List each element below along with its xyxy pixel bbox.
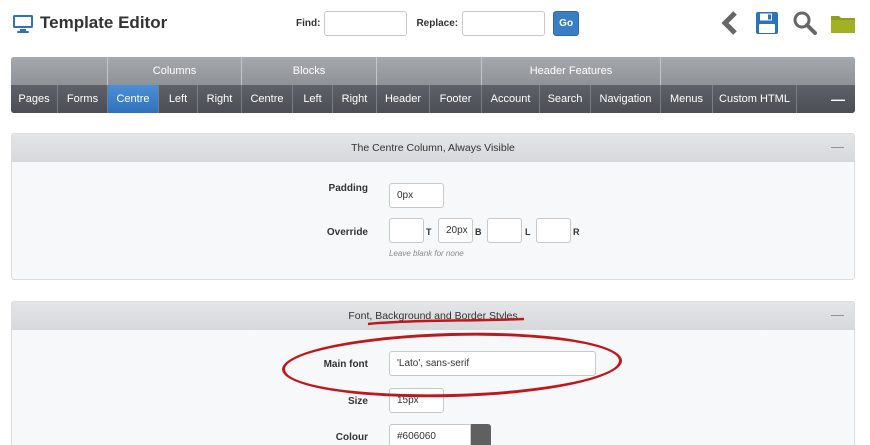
toolbar-icons — [716, 10, 856, 36]
nav-collapse-button[interactable]: — — [797, 85, 855, 113]
panel-title: Font, Background and Border Styles — [348, 310, 518, 322]
panel-header: The Centre Column, Always Visible — — [12, 134, 854, 162]
replace-label: Replace: — [416, 18, 459, 29]
main-font-input[interactable]: 'Lato', sans-serif — [389, 351, 596, 376]
app-header: Template Editor Find: Replace: Go — [0, 0, 870, 50]
tab-columns-left[interactable]: Left — [159, 85, 198, 113]
tab-forms[interactable]: Forms — [58, 85, 108, 113]
colour-input[interactable]: #606060 — [389, 424, 471, 445]
page-title: Template Editor — [40, 13, 168, 32]
override-right-input[interactable] — [536, 218, 571, 243]
panel-header: Font, Background and Border Styles — — [12, 302, 854, 330]
nav-group-columns: Columns — [108, 57, 242, 85]
padding-label: Padding — [328, 182, 368, 194]
padding-input[interactable]: 0px — [389, 183, 444, 208]
back-button[interactable] — [716, 10, 742, 36]
nav-group-row: Columns Blocks Header Features — [11, 57, 855, 85]
tab-columns-right[interactable]: Right — [198, 85, 242, 113]
override-label: Override — [326, 226, 368, 238]
monitor-icon — [13, 15, 33, 33]
panel-collapse-button[interactable]: — — [831, 307, 844, 322]
tab-header[interactable]: Header — [377, 85, 430, 113]
nav-group-blocks: Blocks — [242, 57, 377, 85]
tab-search[interactable]: Search — [540, 85, 591, 113]
tab-custom-html[interactable]: Custom HTML — [713, 85, 797, 113]
size-input[interactable]: 15px — [389, 388, 444, 413]
font-styles-panel: Font, Background and Border Styles — Mai… — [11, 301, 855, 445]
centre-column-panel: The Centre Column, Always Visible — Padd… — [11, 133, 855, 280]
override-right-label: R — [573, 227, 580, 237]
find-label: Find: — [296, 18, 321, 29]
tab-pages[interactable]: Pages — [11, 85, 58, 113]
tab-blocks-centre[interactable]: Centre — [242, 85, 293, 113]
colour-swatch[interactable] — [471, 424, 491, 445]
open-folder-button[interactable] — [830, 10, 856, 36]
go-button[interactable]: Go — [553, 11, 580, 36]
override-hint: Leave blank for none — [389, 249, 464, 258]
main-font-label: Main font — [323, 358, 368, 370]
tab-navigation: Columns Blocks Header Features Pages For… — [11, 57, 855, 113]
save-icon — [756, 12, 778, 34]
tab-columns-centre[interactable]: Centre — [108, 85, 159, 113]
nav-group-header-features: Header Features — [482, 57, 661, 85]
folder-icon — [831, 16, 855, 33]
override-top-label: T — [426, 227, 432, 237]
search-button[interactable] — [792, 10, 818, 36]
nav-group-blank — [661, 57, 855, 85]
colour-label: Colour — [335, 431, 368, 443]
tab-menus[interactable]: Menus — [661, 85, 713, 113]
nav-group-blank — [11, 57, 108, 85]
override-left-input[interactable] — [487, 218, 522, 243]
nav-tab-row: Pages Forms Centre Left Right Centre Lef… — [11, 85, 855, 113]
chevron-left-icon — [721, 11, 737, 35]
tab-account[interactable]: Account — [482, 85, 540, 113]
tab-blocks-right[interactable]: Right — [333, 85, 377, 113]
override-bottom-input[interactable]: 20px — [438, 218, 473, 243]
find-input[interactable] — [324, 11, 408, 36]
panel-title: The Centre Column, Always Visible — [351, 142, 515, 154]
save-button[interactable] — [754, 10, 780, 36]
tab-footer[interactable]: Footer — [430, 85, 482, 113]
search-icon — [793, 11, 817, 35]
size-label: Size — [347, 395, 368, 407]
override-top-input[interactable] — [389, 218, 424, 243]
tab-navigation[interactable]: Navigation — [591, 85, 661, 113]
override-left-label: L — [525, 227, 531, 237]
panel-collapse-button[interactable]: — — [831, 139, 844, 154]
tab-blocks-left[interactable]: Left — [293, 85, 333, 113]
replace-input[interactable] — [462, 11, 546, 36]
override-bottom-label: B — [475, 227, 482, 237]
app-title: Template Editor — [12, 12, 167, 34]
nav-group-blank — [377, 57, 482, 85]
find-replace-bar: Find: Replace: Go — [296, 11, 580, 36]
